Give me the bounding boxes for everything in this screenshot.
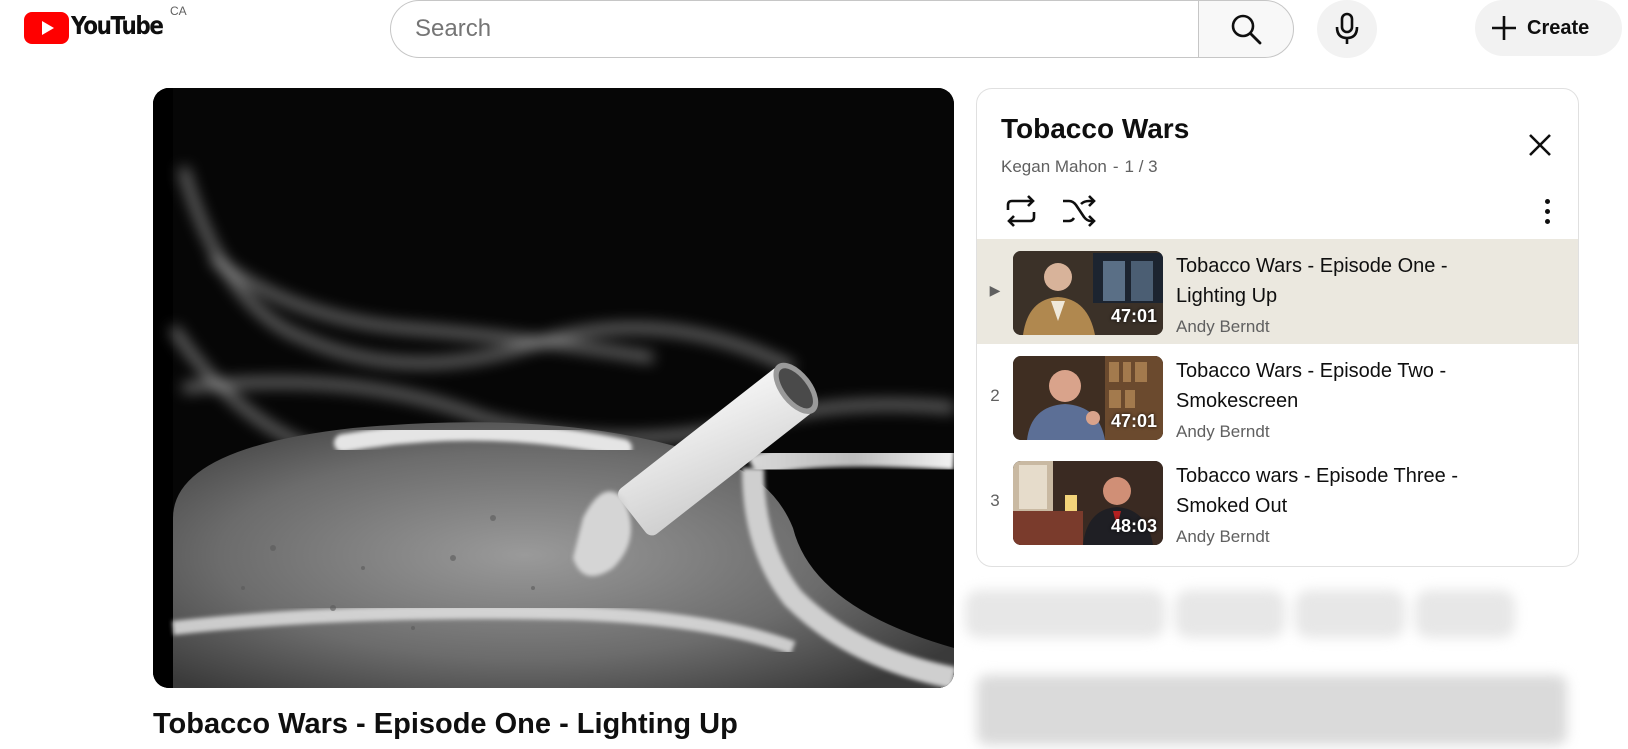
playlist-video-title[interactable]: Tobacco Wars - Episode Two - Smokescreen <box>1176 356 1486 416</box>
create-button[interactable]: Create <box>1475 0 1622 56</box>
playlist-video-title[interactable]: Tobacco wars - Episode Three - Smoked Ou… <box>1176 461 1486 521</box>
playlist-item-index: 2 <box>990 386 1000 405</box>
search-bar <box>390 0 1294 58</box>
plus-icon <box>1492 16 1516 40</box>
playlist-video-title[interactable]: Tobacco Wars - Episode One - Lighting Up <box>1176 251 1486 311</box>
playlist-item[interactable]: 2 47:01 Tobacco Wars - Episode Two - Smo… <box>977 344 1578 449</box>
video-player[interactable] <box>153 88 954 688</box>
now-playing-indicator: ▶ <box>989 282 1001 298</box>
close-icon <box>1529 134 1551 156</box>
search-icon <box>1231 14 1262 45</box>
playlist-item-index: 3 <box>990 491 1000 510</box>
playlist-video-channel[interactable]: Andy Berndt <box>1176 422 1486 442</box>
video-thumbnail[interactable]: 47:01 <box>1013 356 1163 440</box>
logo-wordmark: YouTube <box>71 11 164 40</box>
playlist-video-channel[interactable]: Andy Berndt <box>1176 527 1486 547</box>
filter-chip <box>965 590 1165 638</box>
playlist-owner[interactable]: Kegan Mahon <box>1001 157 1107 177</box>
shuffle-icon <box>1063 195 1096 227</box>
playlist-position: 1 / 3 <box>1124 157 1158 176</box>
more-vert-icon[interactable] <box>1537 193 1557 229</box>
meta-separator: - <box>1112 157 1119 176</box>
blurred-recommendations <box>965 590 1580 749</box>
close-playlist-button[interactable] <box>1522 127 1558 163</box>
video-duration: 47:01 <box>1110 306 1157 326</box>
shuffle-playlist-button[interactable] <box>1059 191 1099 231</box>
playlist-title[interactable]: Tobacco Wars <box>1001 113 1189 145</box>
voice-search-button[interactable] <box>1317 0 1377 58</box>
search-input[interactable] <box>390 0 1198 58</box>
create-label: Create <box>1527 16 1590 39</box>
youtube-logo-icon <box>24 12 69 44</box>
filter-chip <box>1295 590 1405 638</box>
video-duration: 48:03 <box>1110 516 1157 536</box>
loop-icon <box>1006 195 1036 227</box>
playlist-video-channel[interactable]: Andy Berndt <box>1176 317 1486 337</box>
youtube-logo[interactable]: YouTube <box>24 10 178 46</box>
video-frame <box>153 88 954 688</box>
video-thumbnail[interactable]: 47:01 <box>1013 251 1163 335</box>
search-button[interactable] <box>1198 0 1294 58</box>
playlist-meta: Kegan Mahon - 1 / 3 <box>1001 157 1158 177</box>
playlist-item[interactable]: 3 48:03 Tobacco wars - Episode Three - S… <box>977 449 1578 554</box>
filter-chip <box>1415 590 1515 638</box>
recommendation-card <box>977 675 1567 745</box>
playlist-panel: Tobacco Wars Kegan Mahon - 1 / 3 ▶ 47:01… <box>976 88 1579 567</box>
filter-chip <box>1175 590 1285 638</box>
loop-playlist-button[interactable] <box>1001 191 1041 231</box>
video-title: Tobacco Wars - Episode One - Lighting Up <box>153 708 738 740</box>
video-thumbnail[interactable]: 48:03 <box>1013 461 1163 545</box>
country-code: CA <box>170 4 187 18</box>
playlist-item[interactable]: ▶ 47:01 Tobacco Wars - Episode One - Lig… <box>977 239 1578 344</box>
microphone-icon <box>1335 12 1359 44</box>
playlist-items: ▶ 47:01 Tobacco Wars - Episode One - Lig… <box>977 239 1578 554</box>
video-duration: 47:01 <box>1110 411 1157 431</box>
